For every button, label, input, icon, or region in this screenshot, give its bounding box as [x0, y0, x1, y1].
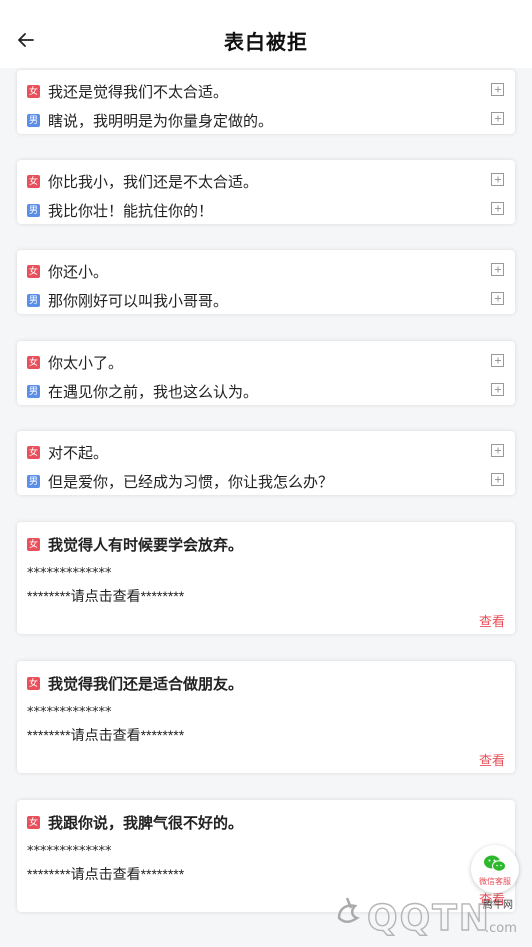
copy-icon[interactable]	[491, 292, 505, 306]
copy-icon[interactable]	[491, 202, 505, 216]
female-tag: 女	[27, 538, 40, 551]
male-tag: 男	[27, 384, 40, 398]
female-tag: 女	[27, 445, 40, 459]
dialog-card: 女 对不起。 男 但是爱你，已经成为习惯，你让我怎么办？	[17, 431, 515, 495]
him-line: 男 瞎说，我明明是为你量身定做的。	[27, 109, 505, 131]
male-tag: 男	[27, 113, 40, 127]
masked-hint: ********请点击查看********	[27, 727, 185, 743]
locked-card: 女 我跟你说，我脾气很不好的。 ************* ********请点…	[17, 800, 515, 912]
female-tag: 女	[27, 355, 40, 369]
masked-hint: ********请点击查看********	[27, 866, 185, 882]
copy-icon[interactable]	[491, 83, 505, 97]
female-tag: 女	[27, 816, 40, 829]
view-button[interactable]: 查看	[479, 611, 505, 630]
copy-icon[interactable]	[491, 354, 505, 368]
her-line: 女 你比我小，我们还是不太合适。	[27, 170, 505, 192]
her-text: 你比我小，我们还是不太合适。	[48, 173, 259, 191]
him-line: 男 我比你壮！能抗住你的！	[27, 199, 505, 221]
masked-text: *************	[27, 705, 112, 720]
locked-title: 女 我跟你说，我脾气很不好的。	[27, 812, 243, 833]
dialog-card: 女 我还是觉得我们不太合适。 男 瞎说，我明明是为你量身定做的。	[17, 70, 515, 134]
locked-title-text: 我觉得人有时候要学会放弃。	[48, 537, 244, 554]
copy-icon[interactable]	[491, 383, 505, 397]
female-tag: 女	[27, 677, 40, 690]
masked-text: *************	[27, 566, 112, 581]
watermark-domain: .com	[485, 921, 517, 936]
wechat-icon	[484, 855, 506, 872]
wechat-service-label: 微信客服	[479, 877, 511, 886]
copy-icon[interactable]	[491, 263, 505, 277]
her-line: 女 你太小了。	[27, 351, 505, 373]
him-text: 但是爱你，已经成为习惯，你让我怎么办？	[48, 473, 334, 491]
wechat-service-button[interactable]: 微信客服	[471, 845, 519, 893]
copy-icon[interactable]	[491, 173, 505, 187]
her-line: 女 我还是觉得我们不太合适。	[27, 80, 505, 102]
locked-title: 女 我觉得我们还是适合做朋友。	[27, 673, 243, 694]
copy-icon[interactable]	[491, 444, 505, 458]
him-line: 男 在遇见你之前，我也这么认为。	[27, 380, 505, 402]
him-line: 男 那你刚好可以叫我小哥哥。	[27, 289, 505, 311]
her-text: 你还小。	[48, 263, 109, 281]
masked-hint: ********请点击查看********	[27, 588, 185, 604]
her-line: 女 对不起。	[27, 441, 505, 463]
view-button[interactable]: 查看	[479, 750, 505, 769]
him-text: 那你刚好可以叫我小哥哥。	[48, 292, 229, 310]
female-tag: 女	[27, 264, 40, 278]
him-text: 瞎说，我明明是为你量身定做的。	[48, 112, 274, 130]
him-text: 在遇见你之前，我也这么认为。	[48, 383, 259, 401]
locked-card: 女 我觉得人有时候要学会放弃。 ************* ********请点…	[17, 522, 515, 634]
him-text: 我比你壮！能抗住你的！	[48, 202, 214, 220]
dialog-card: 女 你太小了。 男 在遇见你之前，我也这么认为。	[17, 341, 515, 405]
her-line: 女 你还小。	[27, 260, 505, 282]
her-text: 对不起。	[48, 444, 109, 462]
locked-title-text: 我跟你说，我脾气很不好的。	[48, 815, 244, 832]
locked-card: 女 我觉得我们还是适合做朋友。 ************* ********请点…	[17, 661, 515, 773]
locked-title: 女 我觉得人有时候要学会放弃。	[27, 534, 243, 555]
locked-title-text: 我觉得我们还是适合做朋友。	[48, 676, 244, 693]
male-tag: 男	[27, 203, 40, 217]
male-tag: 男	[27, 474, 40, 488]
page-title: 表白被拒	[224, 32, 308, 54]
dialog-card: 女 你还小。 男 那你刚好可以叫我小哥哥。	[17, 250, 515, 314]
female-tag: 女	[27, 174, 40, 188]
male-tag: 男	[27, 293, 40, 307]
female-tag: 女	[27, 84, 40, 98]
copy-icon[interactable]	[491, 473, 505, 487]
him-line: 男 但是爱你，已经成为习惯，你让我怎么办？	[27, 470, 505, 492]
dialog-card: 女 你比我小，我们还是不太合适。 男 我比你壮！能抗住你的！	[17, 160, 515, 224]
masked-text: *************	[27, 844, 112, 859]
her-text: 我还是觉得我们不太合适。	[48, 83, 229, 101]
app-header: 表白被拒	[0, 0, 532, 68]
copy-icon[interactable]	[491, 112, 505, 126]
her-text: 你太小了。	[48, 354, 124, 372]
